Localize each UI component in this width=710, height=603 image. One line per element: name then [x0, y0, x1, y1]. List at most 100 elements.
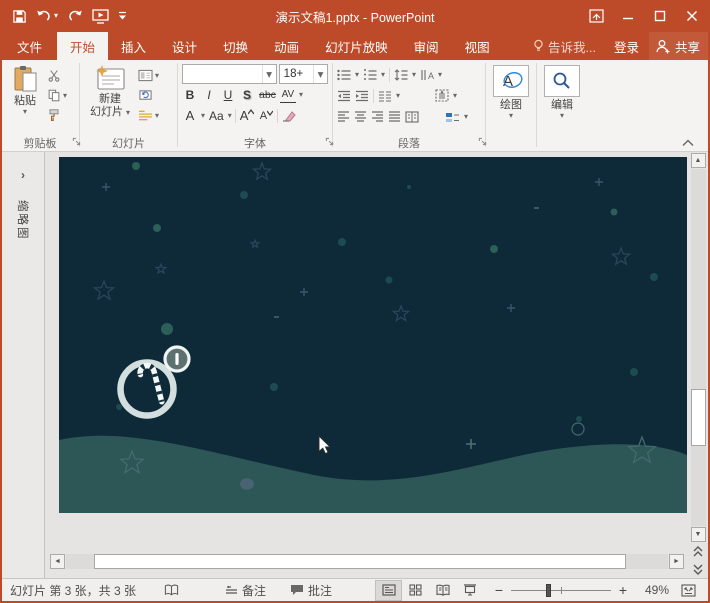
- comments-button[interactable]: 批注: [284, 579, 338, 602]
- slideshow-view-button[interactable]: [456, 580, 483, 601]
- collapse-ribbon-button[interactable]: [682, 139, 694, 147]
- strikethrough-button[interactable]: abc: [258, 86, 277, 103]
- expand-pane-icon[interactable]: ›: [21, 168, 25, 182]
- editing-dropdown-icon[interactable]: ▾: [560, 112, 564, 120]
- italic-button[interactable]: I: [201, 86, 217, 103]
- character-spacing-button[interactable]: AV: [280, 86, 296, 103]
- vertical-scroll-track[interactable]: [691, 169, 706, 526]
- tab-设计[interactable]: 设计: [159, 32, 210, 60]
- add-remove-columns-button[interactable]: [405, 111, 419, 123]
- minimize-button[interactable]: [612, 0, 644, 32]
- font-color-dropdown-icon[interactable]: ▾: [201, 112, 205, 120]
- tab-视图[interactable]: 视图: [452, 32, 503, 60]
- normal-view-button[interactable]: [375, 580, 402, 601]
- vertical-scroll-thumb[interactable]: [691, 389, 706, 446]
- align-text-button[interactable]: [435, 89, 449, 102]
- paragraph-dialog-launcher[interactable]: [478, 137, 487, 146]
- paste-dropdown-icon[interactable]: ▾: [23, 108, 27, 116]
- format-painter-button[interactable]: [45, 107, 69, 124]
- convert-to-smartart-button[interactable]: [445, 111, 460, 123]
- paste-button[interactable]: 粘贴 ▾: [5, 62, 45, 116]
- start-slideshow-button[interactable]: [92, 9, 109, 24]
- text-direction-button[interactable]: A: [420, 69, 434, 81]
- increase-indent-button[interactable]: [355, 90, 369, 102]
- horizontal-scroll-track[interactable]: [66, 554, 668, 569]
- thumbnail-pane-collapsed[interactable]: › 缩略图: [2, 152, 45, 578]
- slide-sorter-view-button[interactable]: [402, 580, 429, 601]
- align-left-button[interactable]: [337, 111, 350, 122]
- maximize-button[interactable]: [644, 0, 676, 32]
- fit-slide-to-window-button[interactable]: [675, 580, 702, 601]
- zoom-slider[interactable]: [511, 590, 611, 591]
- close-button[interactable]: [676, 0, 708, 32]
- columns-button[interactable]: [378, 90, 392, 102]
- cut-button[interactable]: [45, 67, 69, 84]
- align-right-button[interactable]: [371, 111, 384, 122]
- tell-me-button[interactable]: 告诉我...: [525, 32, 604, 60]
- horizontal-scroll-thumb[interactable]: [94, 554, 626, 569]
- previous-slide-button[interactable]: [690, 544, 706, 558]
- smartart-dropdown-icon[interactable]: ▾: [464, 113, 468, 121]
- section-dropdown-icon[interactable]: ▾: [155, 112, 159, 120]
- align-text-dropdown-icon[interactable]: ▾: [453, 92, 457, 100]
- grow-font-button[interactable]: A: [239, 107, 256, 124]
- bold-button[interactable]: B: [182, 86, 198, 103]
- tab-开始[interactable]: 开始: [57, 32, 108, 60]
- editing-button[interactable]: 编辑 ▾: [541, 62, 583, 120]
- line-spacing-button[interactable]: [394, 69, 408, 81]
- tab-file[interactable]: 文件: [2, 32, 57, 60]
- zoom-in-button[interactable]: +: [617, 582, 629, 598]
- font-size-dropdown-icon[interactable]: ▾: [313, 65, 327, 83]
- decrease-indent-button[interactable]: [337, 90, 351, 102]
- font-dialog-launcher[interactable]: [325, 137, 334, 146]
- align-center-button[interactable]: [354, 111, 367, 122]
- customize-qat-button[interactable]: [118, 11, 127, 21]
- scroll-down-button[interactable]: ▼: [691, 527, 706, 542]
- layout-dropdown-icon[interactable]: ▾: [155, 72, 159, 80]
- font-size-combobox[interactable]: 18+ ▾: [279, 64, 328, 84]
- bullets-dropdown-icon[interactable]: ▾: [355, 71, 359, 79]
- share-button[interactable]: 共享: [649, 32, 708, 60]
- clear-formatting-button[interactable]: [281, 107, 297, 124]
- font-name-combobox[interactable]: ▾: [182, 64, 277, 84]
- numbering-button[interactable]: [363, 69, 377, 81]
- tab-审阅[interactable]: 审阅: [401, 32, 452, 60]
- shrink-font-button[interactable]: A: [258, 107, 274, 124]
- tab-切换[interactable]: 切换: [210, 32, 261, 60]
- drawing-button[interactable]: A 绘图 ▾: [490, 62, 532, 120]
- layout-button[interactable]: ▾: [136, 67, 161, 84]
- clipboard-dialog-launcher[interactable]: [72, 137, 81, 146]
- text-shadow-button[interactable]: S: [239, 86, 255, 103]
- tab-插入[interactable]: 插入: [108, 32, 159, 60]
- tab-幻灯片放映[interactable]: 幻灯片放映: [312, 32, 401, 60]
- redo-button[interactable]: [67, 9, 83, 23]
- tab-动画[interactable]: 动画: [261, 32, 312, 60]
- copy-dropdown-icon[interactable]: ▾: [63, 92, 67, 100]
- next-slide-button[interactable]: [690, 562, 706, 576]
- columns-dropdown-icon[interactable]: ▾: [396, 92, 400, 100]
- slide-canvas[interactable]: [59, 157, 687, 513]
- line-spacing-dropdown-icon[interactable]: ▾: [412, 71, 416, 79]
- character-spacing-dropdown-icon[interactable]: ▾: [299, 91, 303, 99]
- numbering-dropdown-icon[interactable]: ▾: [381, 71, 385, 79]
- reset-button[interactable]: [136, 87, 161, 104]
- justify-button[interactable]: [388, 111, 401, 122]
- change-case-dropdown-icon[interactable]: ▾: [228, 112, 232, 120]
- change-case-button[interactable]: Aa: [208, 107, 225, 124]
- notes-button[interactable]: 备注: [219, 579, 272, 602]
- bullets-button[interactable]: [337, 69, 351, 81]
- sign-in-button[interactable]: 登录: [604, 32, 649, 60]
- spell-check-button[interactable]: [158, 579, 185, 602]
- vertical-scrollbar[interactable]: ▲ ▼: [688, 152, 708, 578]
- zoom-slider-thumb[interactable]: [546, 584, 551, 597]
- scroll-left-button[interactable]: ◄: [50, 554, 65, 569]
- undo-dropdown-icon[interactable]: ▾: [54, 12, 58, 20]
- copy-button[interactable]: ▾: [45, 87, 69, 104]
- font-color-button[interactable]: A: [182, 107, 198, 124]
- ribbon-display-options-button[interactable]: [580, 0, 612, 32]
- section-button[interactable]: ▾: [136, 107, 161, 124]
- scroll-up-button[interactable]: ▲: [691, 153, 706, 168]
- new-slide-button[interactable]: 新建幻灯片 ▾: [84, 62, 136, 119]
- text-direction-dropdown-icon[interactable]: ▾: [438, 71, 442, 79]
- zoom-percentage[interactable]: 49%: [635, 583, 669, 597]
